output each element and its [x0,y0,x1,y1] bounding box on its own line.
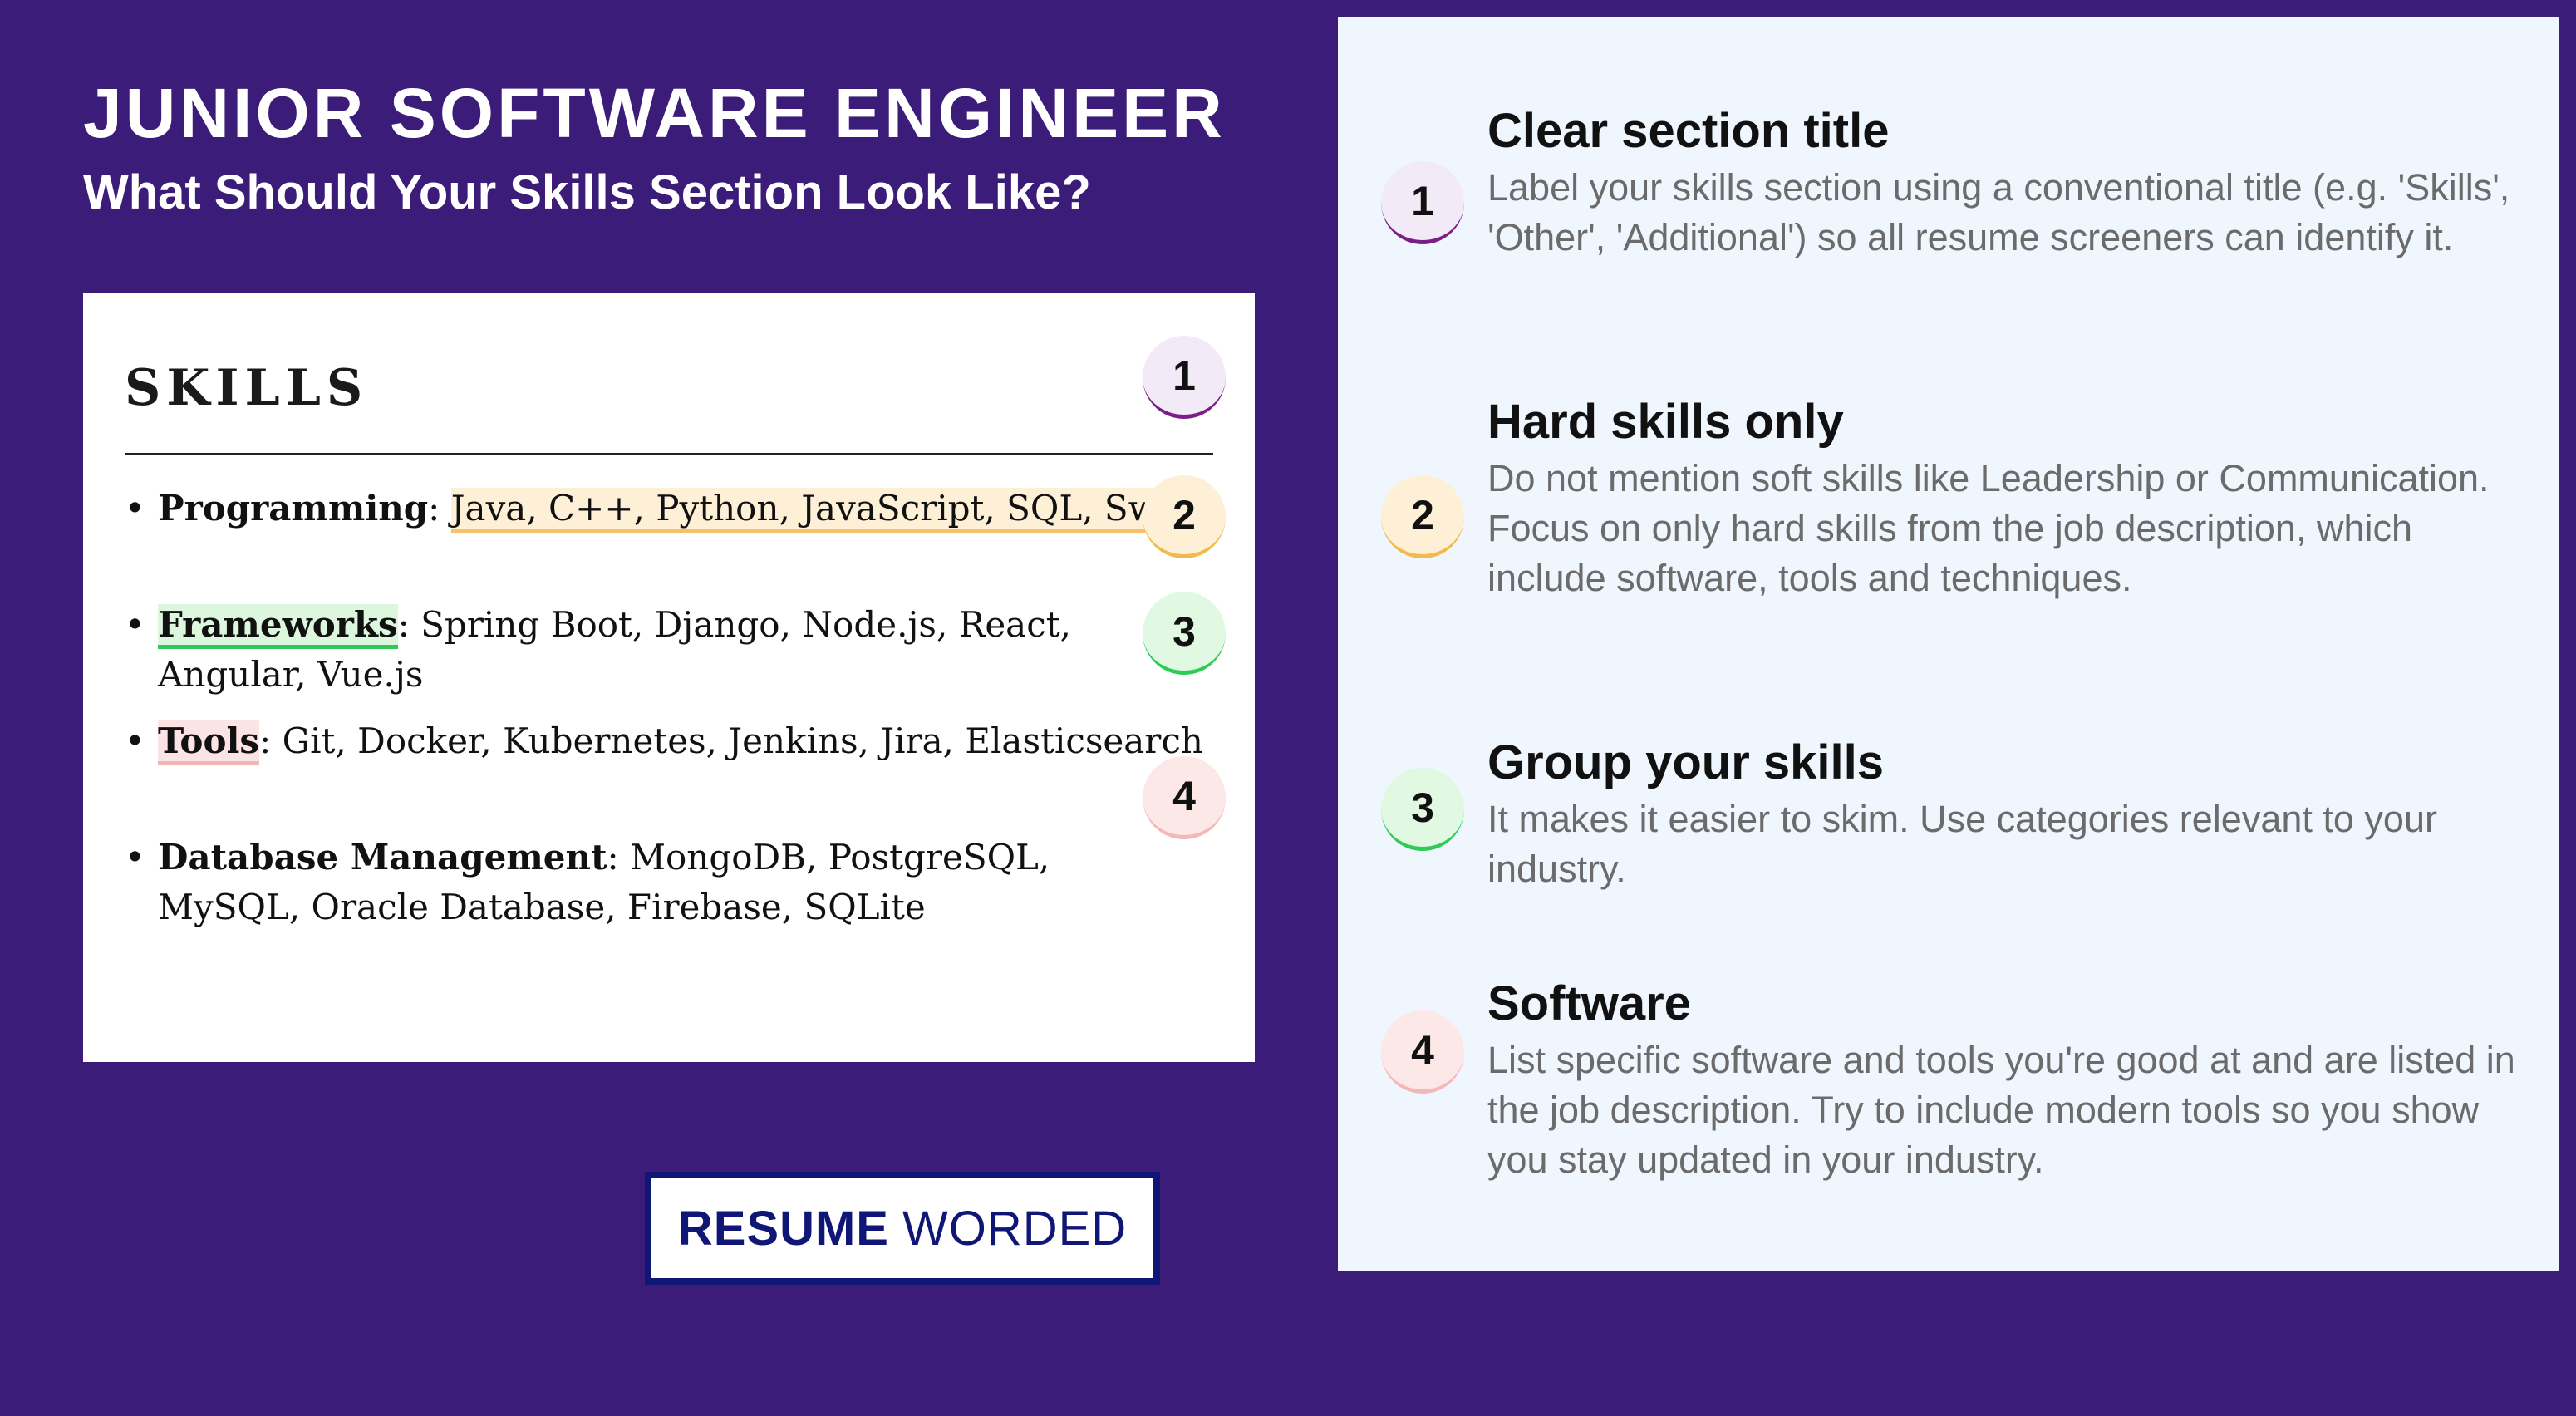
tip-body: Label your skills section using a conven… [1487,166,2510,258]
skill-separator: : [259,720,283,761]
skill-values: Java, C++, Python, JavaScript, SQL, Swif… [450,488,1197,533]
subtitle-suffix: Section Look Like? [635,165,1091,219]
skill-separator: : [397,604,421,645]
logo-bold-text: RESUME [677,1201,889,1256]
skill-name: Frameworks [158,604,398,649]
skill-list: Programming: Java, C++, Python, JavaScri… [125,484,1213,949]
skill-item-programming: Programming: Java, C++, Python, JavaScri… [125,484,1213,600]
badge-3: 3 [1143,592,1226,675]
tip-clear-section-title: Clear section title Label your skills se… [1487,100,2518,263]
tip-badge-2: 2 [1381,475,1464,558]
tip-title: Software [1487,976,1691,1030]
tip-badge-1: 1 [1381,161,1464,244]
tip-title: Clear section title [1487,104,1890,158]
skill-values: Git, Docker, Kubernetes, Jenkins, Jira, … [282,720,1203,761]
resume-worded-logo: RESUME WORDED [645,1172,1160,1285]
resume-skills-card: SKILLS 1 Programming: Java, C++, Python,… [83,293,1255,1062]
tip-hard-skills-only: Hard skills only Do not mention soft ski… [1487,391,2518,603]
tip-title: Group your skills [1487,735,1884,789]
badge-2: 2 [1143,475,1226,558]
skill-item-tools: Tools: Git, Docker, Kubernetes, Jenkins,… [125,716,1213,833]
tip-body: It makes it easier to skim. Use categori… [1487,798,2437,890]
tip-body: Do not mention soft skills like Leadersh… [1487,457,2490,599]
skill-item-database: Database Management: MongoDB, PostgreSQL… [125,833,1188,949]
tips-panel: 1 Clear section title Label your skills … [1338,17,2559,1271]
tip-title: Hard skills only [1487,395,1844,449]
heading-divider [125,453,1213,455]
subtitle-prefix: What Should Your [83,165,510,219]
skill-separator: : [607,837,630,878]
tip-group-your-skills: Group your skills It makes it easier to … [1487,731,2518,894]
skill-name: Tools [158,720,260,765]
page-title: JUNIOR SOFTWARE ENGINEER [83,74,1226,152]
tip-badge-4: 4 [1381,1010,1464,1094]
skill-separator: : [428,488,451,529]
badge-1: 1 [1143,336,1226,419]
subtitle-emphasis: Skills [509,165,636,219]
badge-4: 4 [1143,756,1226,839]
skill-name: Programming [158,488,429,529]
skill-name: Database Management [158,837,607,878]
tip-badge-3: 3 [1381,768,1464,851]
skill-item-frameworks: Frameworks: Spring Boot, Django, Node.js… [125,600,1188,716]
logo-light-text: WORDED [902,1201,1128,1256]
tip-body: List specific software and tools you're … [1487,1039,2515,1181]
page-subtitle: What Should Your Skills Section Look Lik… [83,165,1091,220]
tip-software: Software List specific software and tool… [1487,972,2518,1185]
skills-heading: SKILLS [125,359,369,417]
